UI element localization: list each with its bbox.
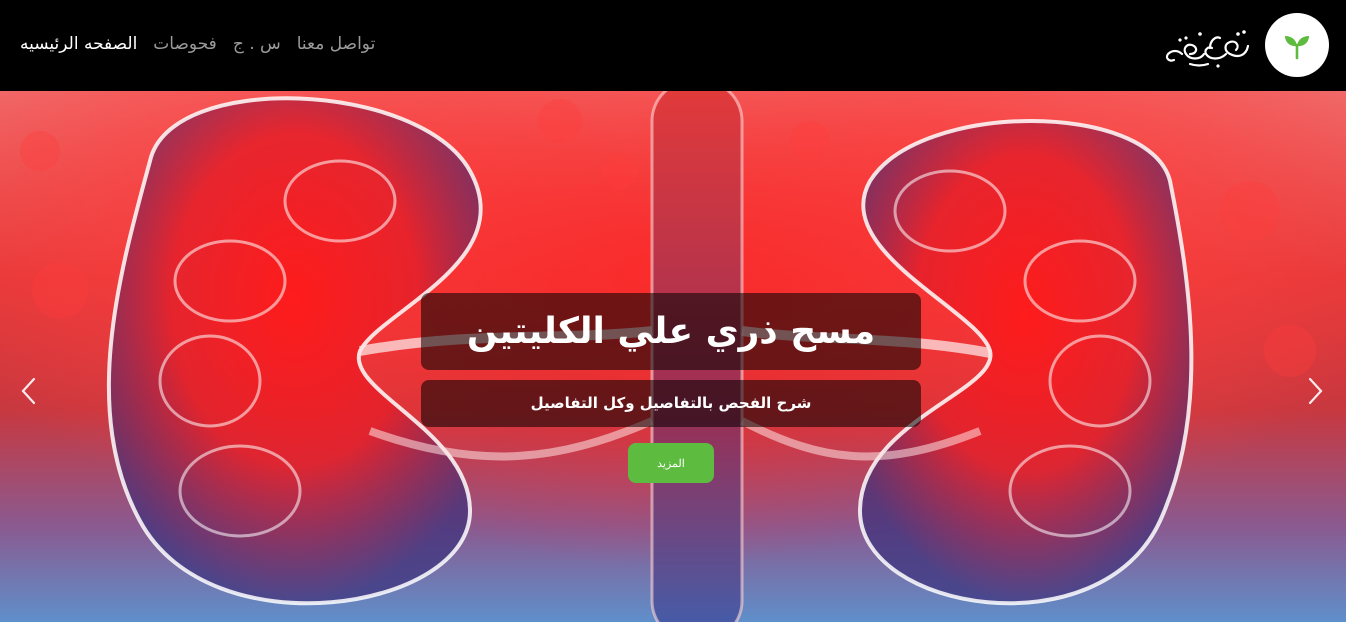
sprout-icon	[1285, 36, 1309, 60]
nav-link-faq[interactable]: س . ج	[233, 32, 281, 56]
nav-link-home[interactable]: الصفحه الرئيسيه	[20, 32, 137, 56]
slide-subtitle: شرح الفحص بالتفاصيل وكل التفاصيل	[421, 380, 921, 427]
carousel-prev-button[interactable]	[14, 373, 44, 409]
brand-wordmark[interactable]	[1160, 20, 1256, 70]
more-button[interactable]: المزيد	[628, 443, 714, 483]
chevron-left-icon	[21, 377, 36, 405]
nav-link-tests[interactable]: فحوصات	[153, 32, 217, 56]
hero-carousel: مسح ذري علي الكليتين شرح الفحص بالتفاصيل…	[0, 91, 1346, 622]
nav-link-contact[interactable]: تواصل معنا	[297, 32, 376, 56]
navbar: الصفحه الرئيسيه فحوصات س . ج تواصل معنا	[0, 0, 1346, 91]
carousel-next-button[interactable]	[1300, 373, 1330, 409]
chevron-right-icon	[1308, 377, 1323, 405]
nav-links: الصفحه الرئيسيه فحوصات س . ج تواصل معنا	[20, 32, 375, 56]
logo[interactable]	[1265, 13, 1329, 77]
slide-title: مسح ذري علي الكليتين	[421, 293, 921, 370]
